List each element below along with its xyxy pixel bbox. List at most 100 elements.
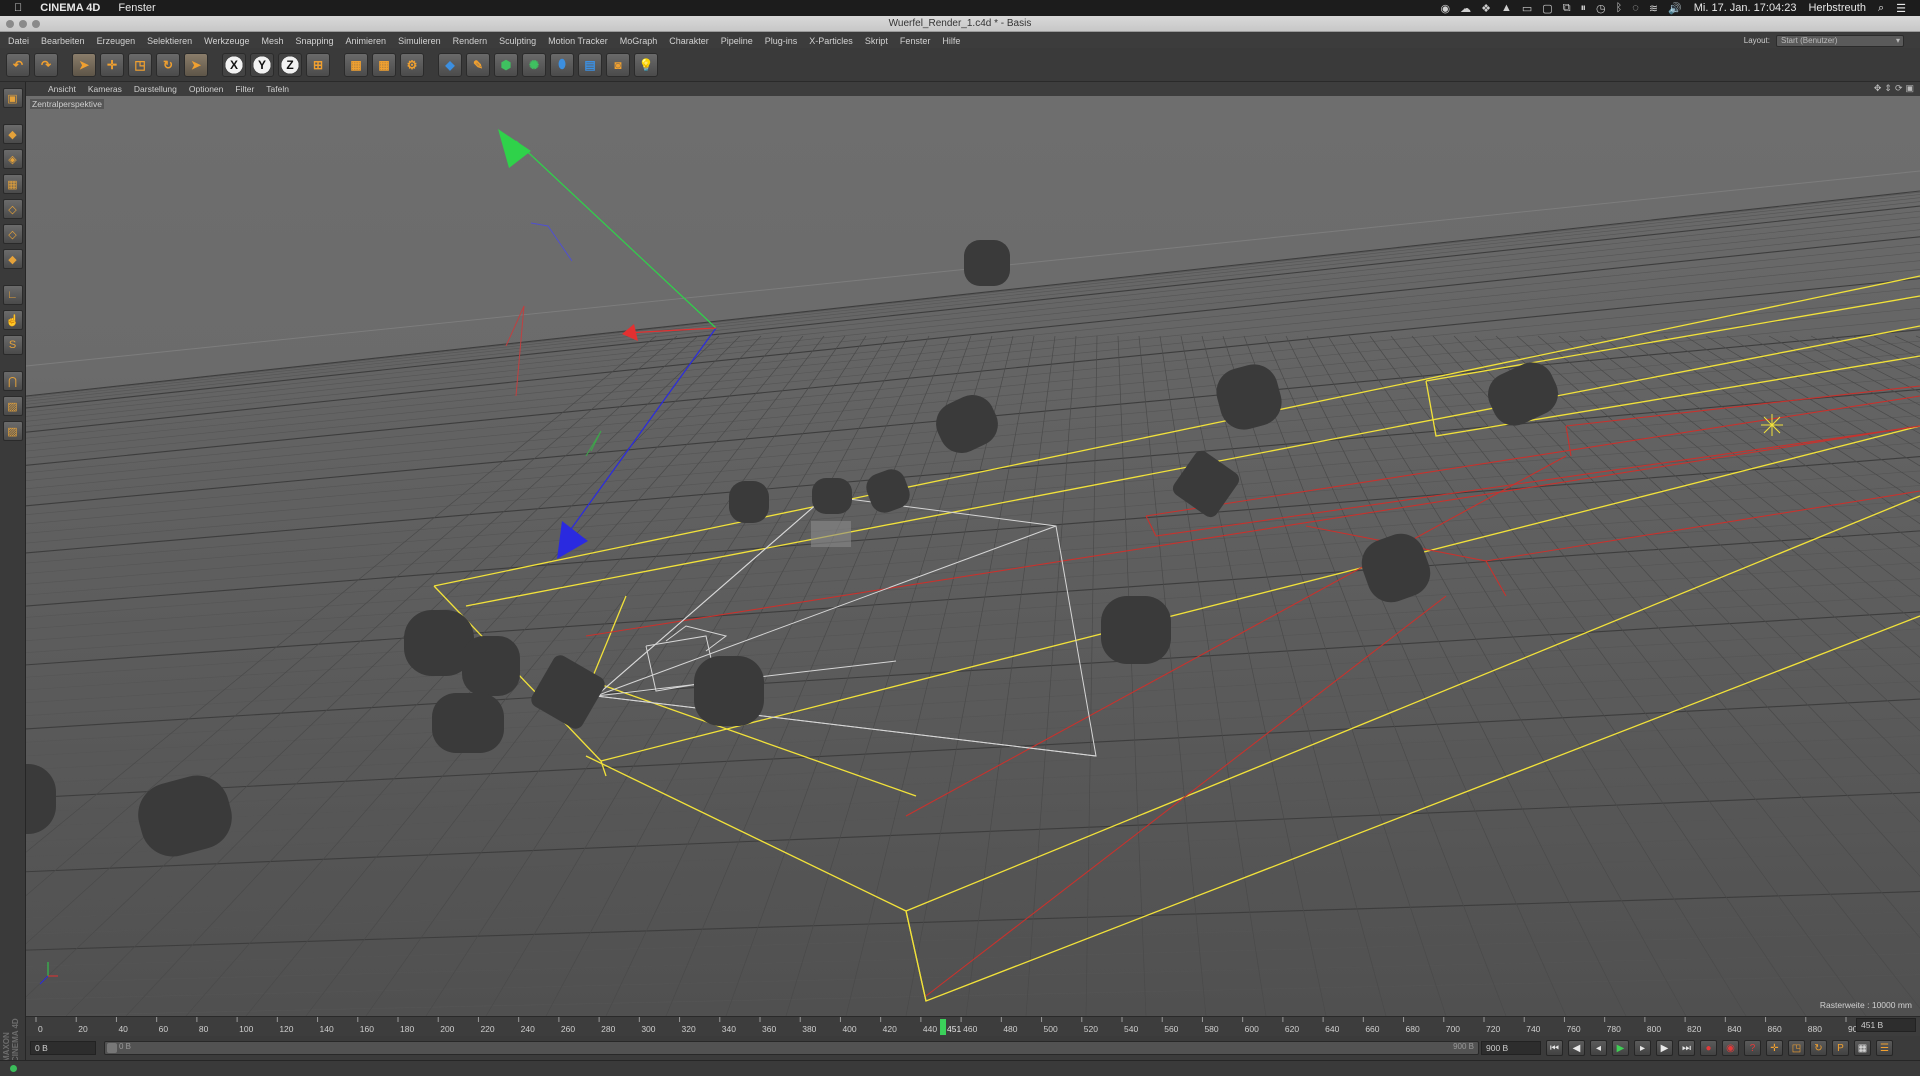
prev-key-button[interactable]: ◀ <box>1568 1040 1585 1056</box>
zoom-window-button[interactable] <box>32 20 40 28</box>
viewport-menu-ansicht[interactable]: Ansicht <box>48 84 76 94</box>
scene-canvas[interactable] <box>26 96 1920 1016</box>
notification-center-icon[interactable]: ☰ <box>1896 2 1906 15</box>
subdivision-icon[interactable]: ⬢ <box>494 52 518 77</box>
menu-fenster[interactable]: Fenster <box>900 36 931 46</box>
points-mode-icon[interactable]: ◇ <box>2 199 23 219</box>
next-key-button[interactable]: ▶ <box>1656 1040 1673 1056</box>
menu-motion-tracker[interactable]: Motion Tracker <box>548 36 608 46</box>
texture-mode-icon[interactable]: ◈ <box>2 149 23 169</box>
spotlight-icon[interactable]: ⌕ <box>1878 2 1884 15</box>
menu-werkzeuge[interactable]: Werkzeuge <box>204 36 249 46</box>
edges-mode-icon[interactable]: ◇ <box>2 224 23 244</box>
display-icon[interactable]: ▭ <box>1522 2 1532 15</box>
google-drive-icon[interactable]: ▲ <box>1501 2 1512 15</box>
zoom-icon[interactable]: ⇕ <box>1884 83 1892 94</box>
close-window-button[interactable] <box>6 20 14 28</box>
snap-icon[interactable]: S <box>2 335 23 355</box>
mac-app-name[interactable]: CINEMA 4D <box>40 2 100 14</box>
x-axis-icon[interactable]: X <box>222 52 246 77</box>
user-name[interactable]: Herbstreuth <box>1808 2 1865 14</box>
menu-x-particles[interactable]: X-Particles <box>809 36 853 46</box>
orbit-icon[interactable]: ⟳ <box>1895 83 1903 94</box>
menu-snapping[interactable]: Snapping <box>296 36 334 46</box>
range-start-handle[interactable] <box>107 1043 117 1053</box>
magnet-icon[interactable]: ⋂ <box>2 371 23 391</box>
render-picture-viewer-icon[interactable]: ▦ <box>372 52 396 77</box>
light-icon[interactable]: 💡 <box>634 52 658 77</box>
camera-icon[interactable]: ◙ <box>606 52 630 77</box>
apple-icon[interactable]:  <box>14 2 22 14</box>
menu-mograph[interactable]: MoGraph <box>620 36 658 46</box>
end-frame-field[interactable]: 900 B <box>1481 1041 1541 1055</box>
menu-sculpting[interactable]: Sculpting <box>499 36 536 46</box>
menu-hilfe[interactable]: Hilfe <box>942 36 960 46</box>
mac-menu-fenster[interactable]: Fenster <box>118 2 155 14</box>
viewport-camera-label[interactable]: Zentralperspektive <box>30 99 104 109</box>
do-not-disturb-icon[interactable]: ◌ <box>1632 2 1639 15</box>
viewport-menu-kameras[interactable]: Kameras <box>88 84 122 94</box>
coordinate-system-icon[interactable]: ⊞ <box>306 52 330 77</box>
lock-workplane-icon[interactable]: ▨ <box>2 396 23 416</box>
model-mode-icon[interactable]: ◆ <box>2 124 23 144</box>
viewport-menu-optionen[interactable]: Optionen <box>189 84 224 94</box>
prev-frame-button[interactable]: ◂ <box>1590 1040 1607 1056</box>
copyclip-icon[interactable]: ▢ <box>1542 2 1552 15</box>
wifi-icon[interactable]: ≋ <box>1649 2 1658 15</box>
viewport-menu-filter[interactable]: Filter <box>235 84 254 94</box>
cube-icon[interactable]: ◆ <box>438 52 462 77</box>
menu-bearbeiten[interactable]: Bearbeiten <box>41 36 85 46</box>
layout-dropdown[interactable]: Start (Benutzer) <box>1776 34 1904 47</box>
clock[interactable]: Mi. 17. Jan. 17:04:23 <box>1694 2 1797 14</box>
volume-icon[interactable]: 🔊 <box>1668 2 1682 15</box>
menu-datei[interactable]: Datei <box>8 36 29 46</box>
viewport-menu-darstellung[interactable]: Darstellung <box>134 84 177 94</box>
z-axis-icon[interactable]: Z <box>278 52 302 77</box>
menu-pipeline[interactable]: Pipeline <box>721 36 753 46</box>
move-icon[interactable]: ✛ <box>100 52 124 77</box>
timeline-window-button[interactable]: ☰ <box>1876 1040 1893 1056</box>
deformer-icon[interactable]: ⬮ <box>550 52 574 77</box>
scale-icon[interactable]: ◳ <box>128 52 152 77</box>
recent-tool-icon[interactable]: ➤ <box>184 52 208 77</box>
scale-key-button[interactable]: ◳ <box>1788 1040 1805 1056</box>
make-editable-icon[interactable]: ▣ <box>2 88 23 108</box>
pause-icon[interactable]: ⏸ <box>1581 2 1587 15</box>
3d-viewport[interactable]: Zentralperspektive Rasterweite : 10000 m… <box>26 96 1920 1016</box>
keyframe-selection-button[interactable]: ? <box>1744 1040 1761 1056</box>
menu-mesh[interactable]: Mesh <box>261 36 283 46</box>
menu-plug-ins[interactable]: Plug-ins <box>765 36 798 46</box>
polygons-mode-icon[interactable]: ◆ <box>2 249 23 269</box>
location-icon[interactable]: ◉ <box>1441 2 1451 15</box>
render-view-icon[interactable]: ▦ <box>344 52 368 77</box>
play-button[interactable]: ▶ <box>1612 1040 1629 1056</box>
menu-selektieren[interactable]: Selektieren <box>147 36 192 46</box>
timeline-ticks[interactable]: 0 20 40 60 80 100 120 140 160 180 200 220 240 260 280 3… <box>26 1017 1856 1037</box>
bluetooth-icon[interactable]: ᛒ <box>1616 2 1623 15</box>
planar-workplane-icon[interactable]: ▨ <box>2 421 23 441</box>
maximize-view-icon[interactable]: ▣ <box>1905 83 1914 94</box>
rotation-key-button[interactable]: ↻ <box>1810 1040 1827 1056</box>
axis-mode-icon[interactable]: ∟ <box>2 285 23 305</box>
creative-cloud-icon[interactable]: ☁ <box>1460 2 1471 15</box>
time-machine-icon[interactable]: ◷ <box>1596 2 1606 15</box>
y-axis-icon[interactable]: Y <box>250 52 274 77</box>
pan-icon[interactable]: ✥ <box>1874 83 1882 94</box>
parameter-key-button[interactable]: P <box>1832 1040 1849 1056</box>
menu-erzeugen[interactable]: Erzeugen <box>97 36 136 46</box>
goto-end-button[interactable]: ⏭ <box>1678 1040 1695 1056</box>
pla-key-button[interactable]: ▦ <box>1854 1040 1871 1056</box>
autokey-button[interactable]: ◉ <box>1722 1040 1739 1056</box>
next-frame-button[interactable]: ▸ <box>1634 1040 1651 1056</box>
menu-animieren[interactable]: Animieren <box>346 36 387 46</box>
undo-icon[interactable]: ↶ <box>6 52 30 77</box>
workplane-icon[interactable]: ▦ <box>2 174 23 194</box>
pen-icon[interactable]: ✎ <box>466 52 490 77</box>
tweak-mode-icon[interactable]: ☝ <box>2 310 23 330</box>
menu-skript[interactable]: Skript <box>865 36 888 46</box>
live-selection-icon[interactable]: ➤ <box>72 52 96 77</box>
rotate-icon[interactable]: ↻ <box>156 52 180 77</box>
menu-charakter[interactable]: Charakter <box>669 36 709 46</box>
dropbox-icon[interactable]: ❖ <box>1481 2 1491 15</box>
redo-icon[interactable]: ↷ <box>34 52 58 77</box>
